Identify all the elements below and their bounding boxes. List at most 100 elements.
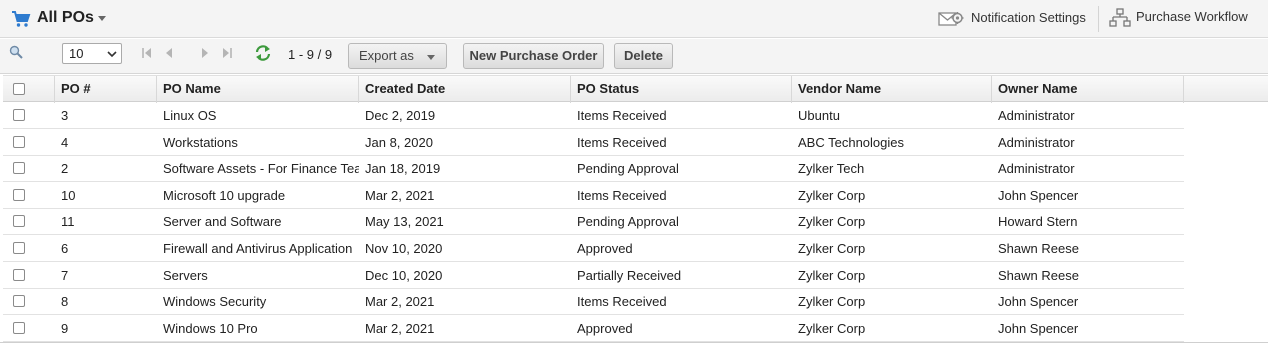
- owner-name-cell: John Spencer: [998, 321, 1079, 336]
- cart-icon: [12, 11, 31, 27]
- po-number-cell: 7: [61, 268, 69, 283]
- po-status-cell: Approved: [577, 241, 633, 256]
- vendor-name-cell: Zylker Corp: [798, 214, 866, 229]
- po-name-cell[interactable]: Windows Security: [157, 289, 359, 315]
- notification-settings-icon[interactable]: [938, 10, 964, 27]
- po-status-cell: Approved: [577, 321, 633, 336]
- last-page-icon[interactable]: [221, 46, 233, 60]
- page-size-select[interactable]: 10: [62, 43, 122, 64]
- row-checkbox[interactable]: [13, 136, 25, 148]
- refresh-icon[interactable]: [254, 44, 272, 62]
- created-date-cell: Dec 10, 2020: [365, 268, 443, 283]
- table-row[interactable]: 6 Firewall and Antivirus Application Nov…: [3, 236, 1184, 262]
- table-header: PO # PO Name Created Date PO Status Vend…: [3, 75, 1268, 103]
- po-number-cell: 9: [61, 321, 69, 336]
- po-name-cell[interactable]: Windows 10 Pro: [157, 316, 359, 342]
- owner-name-cell: John Spencer: [998, 294, 1079, 309]
- table-bottom-border: [0, 342, 1268, 343]
- owner-name-cell: John Spencer: [998, 188, 1079, 203]
- page-header: All POs Notification Settings Purchase W…: [0, 0, 1268, 38]
- po-name-cell[interactable]: Software Assets - For Finance Team: [157, 156, 359, 182]
- workflow-icon[interactable]: [1109, 8, 1131, 28]
- po-status-cell: Items Received: [577, 294, 667, 309]
- created-date-cell: May 13, 2021: [365, 214, 444, 229]
- po-number-cell: 10: [61, 188, 76, 203]
- table-row[interactable]: 7 Servers Dec 10, 2020 Partially Receive…: [3, 263, 1184, 289]
- column-header-created-date[interactable]: Created Date: [359, 76, 571, 103]
- new-purchase-order-button[interactable]: New Purchase Order: [463, 43, 604, 69]
- vendor-name-cell: Zylker Corp: [798, 268, 866, 283]
- po-number-cell: 6: [61, 241, 69, 256]
- row-checkbox[interactable]: [13, 295, 25, 307]
- vendor-name-cell: Zylker Corp: [798, 294, 866, 309]
- delete-button[interactable]: Delete: [614, 43, 673, 69]
- chevron-down-icon: [107, 51, 117, 58]
- created-date-cell: Nov 10, 2020: [365, 241, 443, 256]
- column-header-po-name[interactable]: PO Name: [157, 76, 359, 103]
- select-all-checkbox[interactable]: [13, 83, 25, 95]
- owner-name-cell: Shawn Reese: [998, 268, 1079, 283]
- po-number-cell: 2: [61, 161, 69, 176]
- chevron-down-icon[interactable]: [98, 16, 106, 21]
- search-icon[interactable]: [9, 45, 23, 59]
- po-status-cell: Items Received: [577, 108, 667, 123]
- chevron-down-icon: [427, 55, 435, 60]
- export-as-label: Export as: [359, 48, 414, 63]
- owner-name-cell: Administrator: [998, 108, 1075, 123]
- vendor-name-cell: Zylker Corp: [798, 241, 866, 256]
- prev-page-icon[interactable]: [163, 46, 175, 60]
- po-name-cell[interactable]: Servers: [157, 263, 359, 289]
- vendor-name-cell: ABC Technologies: [798, 135, 904, 150]
- owner-name-cell: Administrator: [998, 135, 1075, 150]
- owner-name-cell: Administrator: [998, 161, 1075, 176]
- column-header-owner-name[interactable]: Owner Name: [992, 76, 1184, 103]
- po-status-cell: Pending Approval: [577, 161, 679, 176]
- select-all-cell: [3, 76, 55, 103]
- po-status-cell: Pending Approval: [577, 214, 679, 229]
- notification-settings-link[interactable]: Notification Settings: [971, 10, 1086, 25]
- po-name-cell[interactable]: Linux OS: [157, 103, 359, 129]
- next-page-icon[interactable]: [199, 46, 211, 60]
- po-number-cell: 4: [61, 135, 69, 150]
- vendor-name-cell: Zylker Corp: [798, 321, 866, 336]
- page-range-label: 1 - 9 / 9: [288, 47, 333, 62]
- created-date-cell: Dec 2, 2019: [365, 108, 436, 123]
- column-header-po-number[interactable]: PO #: [55, 76, 157, 103]
- table-row[interactable]: 10 Microsoft 10 upgrade Mar 2, 2021 Item…: [3, 183, 1184, 209]
- first-page-icon[interactable]: [141, 46, 153, 60]
- created-date-cell: Mar 2, 2021: [365, 321, 435, 336]
- purchase-workflow-link[interactable]: Purchase Workflow: [1136, 9, 1248, 24]
- po-status-cell: Items Received: [577, 188, 667, 203]
- header-divider: [1098, 6, 1099, 32]
- po-status-cell: Items Received: [577, 135, 667, 150]
- table-row[interactable]: 3 Linux OS Dec 2, 2019 Items Received Ub…: [3, 103, 1184, 129]
- row-checkbox[interactable]: [13, 242, 25, 254]
- vendor-name-cell: Zylker Corp: [798, 188, 866, 203]
- vendor-name-cell: Zylker Tech: [798, 161, 865, 176]
- po-name-cell[interactable]: Firewall and Antivirus Application: [157, 236, 359, 262]
- po-name-cell[interactable]: Microsoft 10 upgrade: [157, 183, 359, 209]
- column-header-vendor-name[interactable]: Vendor Name: [792, 76, 992, 103]
- row-checkbox[interactable]: [13, 269, 25, 281]
- row-checkbox[interactable]: [13, 109, 25, 121]
- row-checkbox[interactable]: [13, 322, 25, 334]
- table-row[interactable]: 11 Server and Software May 13, 2021 Pend…: [3, 209, 1184, 235]
- page-title[interactable]: All POs: [37, 9, 94, 27]
- created-date-cell: Mar 2, 2021: [365, 188, 435, 203]
- export-as-button[interactable]: Export as: [348, 43, 447, 69]
- table-row[interactable]: 2 Software Assets - For Finance Team Jan…: [3, 156, 1184, 182]
- page-size-value: 10: [69, 46, 84, 61]
- po-status-cell: Partially Received: [577, 268, 682, 283]
- column-header-po-status[interactable]: PO Status: [571, 76, 792, 103]
- po-number-cell: 3: [61, 108, 69, 123]
- po-name-cell[interactable]: Workstations: [157, 130, 359, 156]
- row-checkbox[interactable]: [13, 189, 25, 201]
- owner-name-cell: Shawn Reese: [998, 241, 1079, 256]
- table-row[interactable]: 9 Windows 10 Pro Mar 2, 2021 Approved Zy…: [3, 316, 1184, 342]
- row-checkbox[interactable]: [13, 215, 25, 227]
- table-row[interactable]: 4 Workstations Jan 8, 2020 Items Receive…: [3, 130, 1184, 156]
- po-name-cell[interactable]: Server and Software: [157, 209, 359, 235]
- vendor-name-cell: Ubuntu: [798, 108, 840, 123]
- row-checkbox[interactable]: [13, 162, 25, 174]
- table-row[interactable]: 8 Windows Security Mar 2, 2021 Items Rec…: [3, 289, 1184, 315]
